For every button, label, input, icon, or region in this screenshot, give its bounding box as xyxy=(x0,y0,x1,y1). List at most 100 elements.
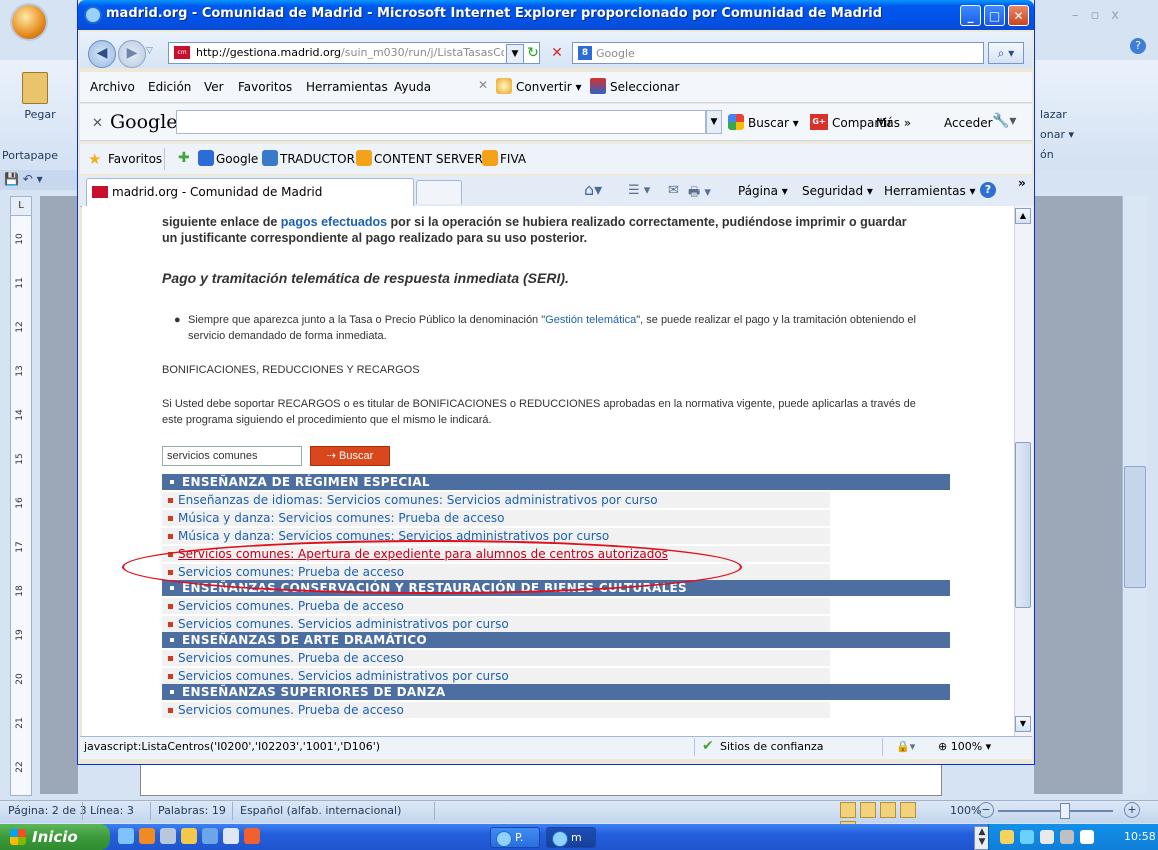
wrench-icon[interactable]: 🔧▾ xyxy=(992,113,1016,129)
save-icon[interactable]: 💾 ↶ ▾ xyxy=(4,172,43,186)
scroll-up-icon[interactable]: ▲ xyxy=(1015,208,1031,224)
share-icon[interactable]: G+ xyxy=(810,114,828,130)
word-help-icon[interactable]: ? xyxy=(1130,38,1146,54)
network-icon[interactable] xyxy=(1020,830,1034,844)
word-window-controls[interactable]: –▫x xyxy=(1072,8,1152,26)
close-toolbar-icon[interactable]: ✕ xyxy=(478,78,488,92)
list-item[interactable]: Servicios comunes. Servicios administrat… xyxy=(162,668,830,684)
start-button[interactable]: Inicio xyxy=(0,824,110,850)
folder-icon[interactable] xyxy=(181,828,197,844)
gestion-telematica-link[interactable]: Gestión telemática xyxy=(545,314,636,326)
tasa-link[interactable]: Enseñanzas de idiomas: Servicios comunes… xyxy=(178,493,658,507)
mas-button[interactable]: Más » xyxy=(876,116,911,130)
pagina-menu[interactable]: Página ▾ xyxy=(738,184,788,198)
word-zoom-level[interactable]: 100% xyxy=(950,804,981,817)
reading-layout-icon[interactable] xyxy=(860,802,876,818)
ribbon-replace-label[interactable]: lazar xyxy=(1040,108,1067,121)
list-item[interactable]: Servicios comunes. Servicios administrat… xyxy=(162,616,830,632)
ie-icon[interactable] xyxy=(118,828,134,844)
tasa-link[interactable]: Servicios comunes. Prueba de acceso xyxy=(178,703,404,717)
menu-ver[interactable]: Ver xyxy=(204,80,224,94)
tasa-link[interactable]: Música y danza: Servicios comunes: Prueb… xyxy=(178,511,504,525)
taskbar-task-word[interactable]: P. xyxy=(490,827,540,848)
buscar-button[interactable]: ⇢ Buscar xyxy=(310,446,390,466)
list-item[interactable]: Servicios comunes. Prueba de acceso xyxy=(162,702,830,718)
menu-ayuda[interactable]: Ayuda xyxy=(394,80,431,94)
select-button[interactable]: Seleccionar xyxy=(610,80,679,94)
print-layout-icon[interactable] xyxy=(840,802,856,818)
status-line[interactable]: Línea: 3 xyxy=(90,804,134,817)
mail-icon[interactable]: ✉ xyxy=(668,183,679,198)
paste-icon[interactable] xyxy=(22,72,48,104)
feeds-icon[interactable]: ☰ ▾ xyxy=(628,183,650,198)
security-zone[interactable]: Sitios de confianza xyxy=(720,740,824,753)
volume-icon[interactable] xyxy=(1040,830,1054,844)
menu-herramientas[interactable]: Herramientas xyxy=(306,80,388,94)
messenger-icon[interactable] xyxy=(1080,830,1094,844)
add-favorite-icon[interactable]: ✚ xyxy=(178,150,190,166)
zoom-out-icon[interactable]: − xyxy=(978,802,994,818)
zoom-in-icon[interactable]: + xyxy=(1124,802,1140,818)
help-icon[interactable]: ? xyxy=(980,182,996,198)
list-item[interactable]: Enseñanzas de idiomas: Servicios comunes… xyxy=(162,492,830,508)
home-icon[interactable]: ⌂▾ xyxy=(584,180,602,199)
outline-icon[interactable] xyxy=(900,802,916,818)
favorites-button[interactable]: Favoritos xyxy=(108,152,162,166)
app-icon[interactable] xyxy=(202,828,218,844)
select-icon[interactable] xyxy=(590,78,606,94)
document-icon[interactable] xyxy=(223,828,239,844)
herramientas-menu[interactable]: Herramientas ▾ xyxy=(884,184,976,198)
status-language[interactable]: Español (alfab. internacional) xyxy=(240,804,401,817)
google-search-dropdown[interactable]: ▼ xyxy=(706,110,722,134)
convert-icon[interactable] xyxy=(496,78,512,94)
mail-icon[interactable] xyxy=(1000,830,1014,844)
close-button[interactable]: ✕ xyxy=(1008,5,1029,26)
google-buscar-icon[interactable] xyxy=(728,114,744,130)
list-item[interactable]: Servicios comunes. Prueba de acceso xyxy=(162,650,830,666)
tasa-link[interactable]: Servicios comunes. Prueba de acceso xyxy=(178,651,404,665)
minimize-button[interactable]: _ xyxy=(960,5,981,26)
ruler-tab-selector[interactable]: L xyxy=(10,196,32,216)
forward-button[interactable]: ▶ xyxy=(118,40,146,68)
favorite-traductor[interactable]: TRADUCTOR xyxy=(280,152,355,166)
ribbon-select-label[interactable]: onar ▾ xyxy=(1040,128,1074,141)
web-layout-icon[interactable] xyxy=(880,802,896,818)
search-input[interactable] xyxy=(162,446,302,466)
maximize-button[interactable]: □ xyxy=(984,5,1005,26)
firefox-icon[interactable] xyxy=(139,828,155,844)
protected-mode-icon[interactable]: 🔒▾ xyxy=(896,740,915,753)
stop-icon[interactable]: ✕ xyxy=(548,44,566,62)
convert-button[interactable]: Convertir ▾ xyxy=(516,80,582,94)
favorites-star-icon[interactable]: ★ xyxy=(88,150,101,168)
favorite-content-server[interactable]: CONTENT SERVER xyxy=(374,152,483,166)
google-buscar-button[interactable]: Buscar ▾ xyxy=(748,116,799,130)
list-item[interactable]: Servicios comunes. Prueba de acceso xyxy=(162,598,830,614)
word-scrollbar-thumb[interactable] xyxy=(1124,466,1146,588)
list-item[interactable]: Música y danza: Servicios comunes: Prueb… xyxy=(162,510,830,526)
back-button[interactable]: ◀ xyxy=(88,40,116,68)
favorite-google[interactable]: Google xyxy=(216,152,258,166)
view-mode-buttons[interactable] xyxy=(840,802,938,837)
zoom-slider-track[interactable] xyxy=(998,810,1113,812)
close-google-toolbar-icon[interactable]: ✕ xyxy=(92,116,103,131)
scrollbar-thumb[interactable] xyxy=(1015,442,1031,608)
app-icon[interactable] xyxy=(244,828,260,844)
zoom-slider-thumb[interactable] xyxy=(1060,803,1070,819)
google-search-input[interactable] xyxy=(176,110,706,134)
tab-title[interactable]: madrid.org - Comunidad de Madrid xyxy=(112,185,322,199)
app-icon[interactable] xyxy=(160,828,176,844)
paste-label[interactable]: Pegar xyxy=(20,108,60,121)
address-dropdown-icon[interactable]: ▼ xyxy=(506,44,524,64)
menu-archivo[interactable]: Archivo xyxy=(90,80,135,94)
status-page[interactable]: Página: 2 de 3 xyxy=(8,804,87,817)
print-icon[interactable]: 🖶 ▾ xyxy=(688,183,711,205)
seguridad-menu[interactable]: Seguridad ▾ xyxy=(802,184,873,198)
scroll-down-icon[interactable]: ▼ xyxy=(1015,716,1031,732)
security-icon[interactable] xyxy=(1060,830,1074,844)
tasa-link[interactable]: Servicios comunes. Servicios administrat… xyxy=(178,617,509,631)
acceder-button[interactable]: Acceder xyxy=(944,116,993,130)
menu-edicion[interactable]: Edición xyxy=(148,80,191,94)
favorite-fiva[interactable]: FIVA xyxy=(500,152,526,166)
refresh-icon[interactable]: ↻ xyxy=(524,44,542,62)
office-button[interactable] xyxy=(12,5,46,39)
